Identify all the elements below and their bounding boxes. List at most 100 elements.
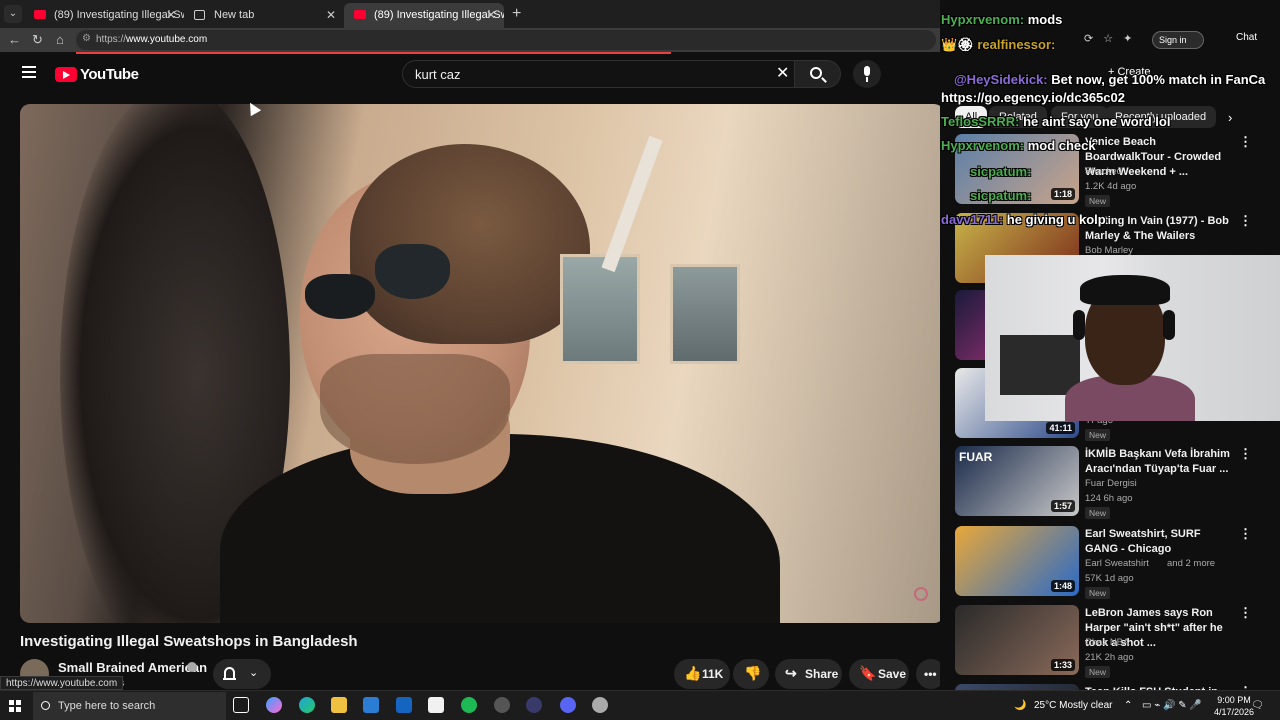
- like-button[interactable]: 👍 11K: [674, 659, 730, 689]
- close-tab-icon[interactable]: ✕: [486, 8, 496, 22]
- chevron-down-icon: ⌄: [249, 667, 259, 679]
- channel-watermark-icon[interactable]: [914, 587, 928, 601]
- store-icon[interactable]: [363, 697, 379, 713]
- tray-chevron-icon[interactable]: ⌃: [1124, 700, 1132, 711]
- extension-icons[interactable]: ⟳☆✦: [1084, 32, 1142, 45]
- notepad-icon[interactable]: [428, 697, 444, 713]
- save-button[interactable]: 🔖 Save: [849, 659, 909, 689]
- chip-recently-uploaded[interactable]: Recently uploaded: [1105, 106, 1217, 128]
- home-icon[interactable]: ⌂: [56, 32, 64, 47]
- browser-tab-2[interactable]: New tab ✕: [184, 3, 344, 28]
- recommendation-thumbnail[interactable]: FUAR 1:57: [955, 446, 1079, 516]
- tab-actions-menu[interactable]: ⌄: [4, 5, 22, 23]
- youtube-logo-text[interactable]: YouTube: [80, 66, 139, 83]
- search-icon: [41, 701, 50, 710]
- recommendation-item[interactable]: 1:33 LeBron James says Ron Harper "ain't …: [955, 605, 1273, 678]
- video-duration: 1:33: [1050, 659, 1075, 671]
- recommendation-channel[interactable]: Chaz NBA: [1085, 637, 1129, 648]
- chip-for-you[interactable]: For you: [1051, 106, 1109, 128]
- recommendation-channel[interactable]: Earl Sweatshirt: [1085, 558, 1149, 569]
- file-explorer-icon[interactable]: [331, 697, 347, 713]
- recommendation-thumbnail[interactable]: 1:33: [955, 605, 1079, 675]
- app-icon[interactable]: [526, 697, 542, 713]
- menu-icon[interactable]: [22, 66, 36, 78]
- clear-search-icon[interactable]: ✕: [776, 63, 789, 83]
- tab-label: (89) Investigating Illegal Sweatshops: [374, 9, 504, 21]
- recommendation-channel[interactable]: Fuar Dergisi: [1085, 478, 1137, 489]
- share-icon: ↪: [785, 665, 797, 681]
- new-badge: New: [1085, 507, 1111, 519]
- refresh-icon[interactable]: ↻: [32, 32, 43, 48]
- browser-tab-3[interactable]: (89) Investigating Illegal Sweatshops ✕: [344, 3, 504, 28]
- recommendation-item[interactable]: 1:48 Earl Sweatshirt, SURF GANG - Chicago…: [955, 526, 1273, 599]
- video-player[interactable]: [20, 104, 944, 623]
- site-info-icon[interactable]: ⚙: [82, 33, 91, 44]
- create-button[interactable]: + Create: [1108, 66, 1151, 78]
- bell-icon: [223, 667, 236, 680]
- task-view-icon[interactable]: [233, 697, 249, 713]
- taskbar-search[interactable]: Type here to search: [33, 692, 226, 720]
- verified-icon: [187, 662, 197, 672]
- share-button[interactable]: ↪ Share: [775, 659, 842, 689]
- recommendation-channel[interactable]: Shacked: [1085, 166, 1122, 177]
- tab-label: (89) Investigating Illegal Sweatshops: [54, 9, 184, 21]
- recommendation-title[interactable]: İKMİB Başkanı Vefa İbrahim Aracı'ndan Tü…: [1085, 447, 1235, 477]
- search-input[interactable]: kurt caz: [402, 60, 795, 88]
- recommendation-thumbnail[interactable]: 1:48: [955, 526, 1079, 596]
- close-tab-icon[interactable]: ✕: [326, 8, 336, 22]
- more-vertical-icon[interactable]: ⋮: [1239, 134, 1252, 150]
- url-field[interactable]: ⚙ https://www.youtube.com: [76, 30, 936, 50]
- video-frame-window: [560, 254, 640, 364]
- obs-icon[interactable]: [494, 697, 510, 713]
- address-bar-row: ← ↻ ⌂ ⚙ https://www.youtube.com: [0, 28, 940, 52]
- webcam-headphone-right: [1163, 310, 1175, 340]
- webcam-durag: [1080, 275, 1170, 305]
- subscribed-notifications-button[interactable]: ⌄: [213, 659, 271, 689]
- voice-search-button[interactable]: [853, 60, 881, 88]
- sign-in-button[interactable]: Sign in: [1152, 31, 1204, 49]
- video-duration: 41:11: [1046, 422, 1075, 434]
- video-duration: 1:57: [1050, 500, 1075, 512]
- webcam-monitor: [1000, 335, 1080, 395]
- more-vertical-icon[interactable]: ⋮: [1239, 605, 1252, 621]
- video-frame-sunglasses-left: [305, 274, 375, 319]
- recommendation-item[interactable]: 1:18 Venice Beach BoardwalkTour - Crowded…: [955, 134, 1273, 207]
- copilot-chat-button[interactable]: Chat: [1236, 32, 1257, 43]
- more-vertical-icon[interactable]: ⋮: [1239, 213, 1252, 229]
- more-vertical-icon[interactable]: ⋮: [1239, 446, 1252, 462]
- dislike-button[interactable]: 👎: [733, 659, 769, 689]
- more-horizontal-icon: •••: [924, 667, 937, 681]
- more-vertical-icon[interactable]: ⋮: [1239, 526, 1252, 542]
- edge-icon[interactable]: [299, 697, 315, 713]
- webcam-headphone-left: [1073, 310, 1085, 340]
- app-icon-2[interactable]: [592, 697, 608, 713]
- chip-all[interactable]: All: [955, 106, 988, 128]
- taskbar-search-placeholder: Type here to search: [58, 700, 156, 712]
- notifications-icon[interactable]: 🗨: [1251, 700, 1264, 711]
- weather-icon[interactable]: 🌙: [1014, 700, 1026, 711]
- url-host: www.youtube.com: [126, 34, 208, 45]
- weather-text[interactable]: 25°C Mostly clear: [1034, 700, 1112, 711]
- back-icon[interactable]: ←: [8, 32, 21, 47]
- recommendation-title[interactable]: Waiting In Vain (1977) - Bob Marley & Th…: [1085, 214, 1235, 244]
- youtube-logo-icon[interactable]: [55, 67, 77, 82]
- recommendation-thumbnail[interactable]: 1:18: [955, 134, 1079, 204]
- chips-next-icon[interactable]: ›: [1228, 110, 1232, 125]
- thumbs-down-icon: 👎: [744, 665, 762, 681]
- recommendation-meta: 21K 2h ago: [1085, 652, 1134, 663]
- outlook-icon[interactable]: [396, 697, 412, 713]
- recommendation-title[interactable]: Earl Sweatshirt, SURF GANG - Chicago: [1085, 527, 1235, 557]
- browser-tab-1[interactable]: (89) Investigating Illegal Sweatshops ✕: [24, 3, 184, 28]
- copilot-icon[interactable]: [266, 697, 282, 713]
- chip-related[interactable]: Related: [989, 106, 1047, 128]
- windows-start-icon[interactable]: [9, 700, 21, 712]
- recommendation-item[interactable]: FUAR 1:57 İKMİB Başkanı Vefa İbrahim Aracı…: [955, 446, 1273, 519]
- search-button[interactable]: [795, 60, 841, 88]
- spotify-icon[interactable]: [461, 697, 477, 713]
- channel-name[interactable]: Small Brained American: [58, 660, 207, 675]
- tray-icons[interactable]: ▭ ⌁ 🔊 ✎ 🎤: [1142, 700, 1202, 711]
- search-icon: [810, 67, 822, 79]
- discord-icon[interactable]: [560, 697, 576, 713]
- close-tab-icon[interactable]: ✕: [166, 8, 176, 22]
- new-tab-plus-icon[interactable]: +: [512, 5, 521, 23]
